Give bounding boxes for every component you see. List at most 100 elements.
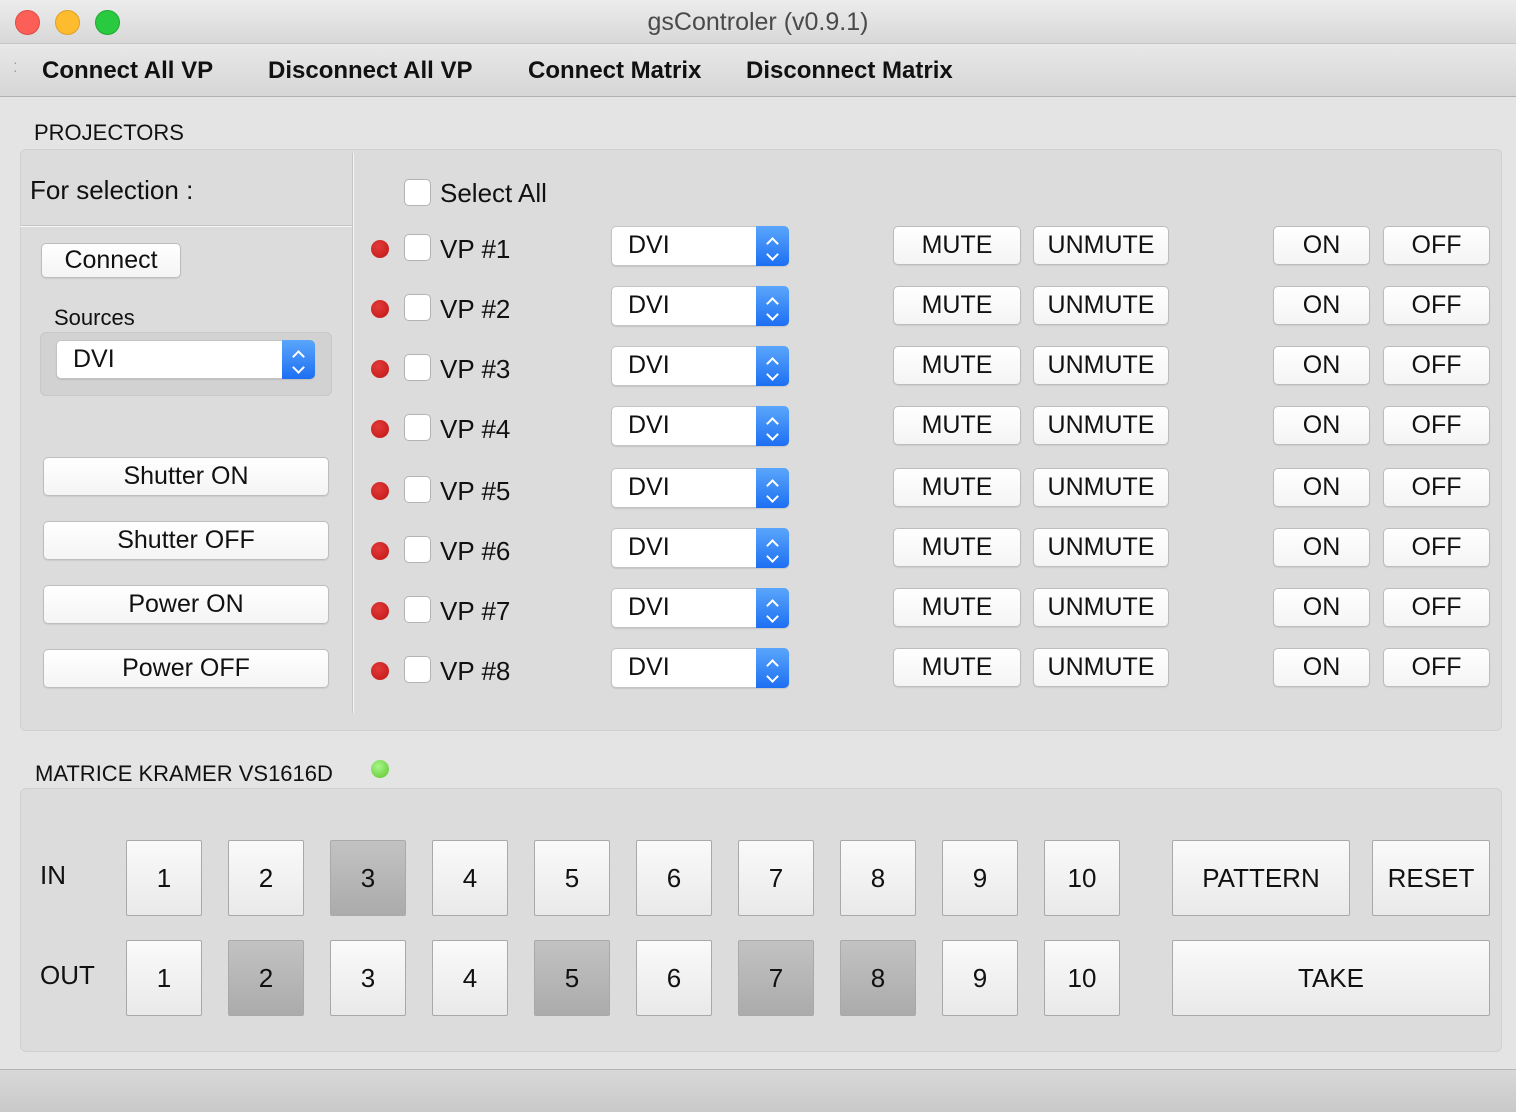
status-bar	[0, 1069, 1516, 1112]
in-button[interactable]: 2	[228, 840, 304, 916]
sources-select[interactable]: DVI	[56, 340, 315, 379]
vp-checkbox[interactable]	[404, 354, 431, 381]
vp-mute-button[interactable]: MUTE	[893, 648, 1021, 687]
disconnect-matrix-button[interactable]: Disconnect Matrix	[746, 57, 953, 85]
vp-status-led	[371, 360, 389, 378]
out-button[interactable]: 6	[636, 940, 712, 1016]
vp-name: VP #2	[440, 294, 511, 324]
sources-label: Sources	[54, 305, 135, 330]
vp-mute-button[interactable]: MUTE	[893, 528, 1021, 567]
vp-mute-button[interactable]: MUTE	[893, 588, 1021, 627]
vp-name: VP #4	[440, 414, 511, 444]
connect-button[interactable]: Connect	[41, 243, 181, 278]
vp-source-select[interactable]: DVI	[611, 286, 789, 326]
vp-on-button[interactable]: ON	[1273, 588, 1370, 627]
reset-button[interactable]: RESET	[1372, 840, 1490, 916]
vp-mute-button[interactable]: MUTE	[893, 286, 1021, 325]
vp-on-button[interactable]: ON	[1273, 286, 1370, 325]
out-button[interactable]: 10	[1044, 940, 1120, 1016]
vp-checkbox[interactable]	[404, 596, 431, 623]
vp-on-button[interactable]: ON	[1273, 648, 1370, 687]
in-button[interactable]: 3	[330, 840, 406, 916]
vp-on-button[interactable]: ON	[1273, 346, 1370, 385]
vp-unmute-button[interactable]: UNMUTE	[1033, 588, 1169, 627]
vp-unmute-button[interactable]: UNMUTE	[1033, 346, 1169, 385]
vp-unmute-button[interactable]: UNMUTE	[1033, 406, 1169, 445]
vp-name: VP #6	[440, 536, 511, 566]
vp-source-select[interactable]: DVI	[611, 406, 789, 446]
connect-matrix-button[interactable]: Connect Matrix	[528, 57, 701, 85]
vp-name: VP #5	[440, 476, 511, 506]
updown-arrows-icon	[282, 340, 315, 379]
vp-off-button[interactable]: OFF	[1383, 468, 1490, 507]
in-button[interactable]: 5	[534, 840, 610, 916]
vp-off-button[interactable]: OFF	[1383, 588, 1490, 627]
power-on-button[interactable]: Power ON	[43, 585, 329, 624]
vp-off-button[interactable]: OFF	[1383, 226, 1490, 265]
vp-unmute-button[interactable]: UNMUTE	[1033, 286, 1169, 325]
out-button[interactable]: 1	[126, 940, 202, 1016]
vp-source-select[interactable]: DVI	[611, 346, 789, 386]
in-button[interactable]: 4	[432, 840, 508, 916]
vp-on-button[interactable]: ON	[1273, 528, 1370, 567]
connect-all-vp-button[interactable]: Connect All VP	[42, 57, 213, 85]
vp-source-value: DVI	[628, 411, 670, 439]
vp-checkbox[interactable]	[404, 414, 431, 441]
vp-source-select[interactable]: DVI	[611, 468, 789, 508]
in-button[interactable]: 1	[126, 840, 202, 916]
vp-unmute-button[interactable]: UNMUTE	[1033, 226, 1169, 265]
in-button[interactable]: 10	[1044, 840, 1120, 916]
in-button[interactable]: 8	[840, 840, 916, 916]
vp-source-select[interactable]: DVI	[611, 528, 789, 568]
vp-on-button[interactable]: ON	[1273, 468, 1370, 507]
vp-on-button[interactable]: ON	[1273, 226, 1370, 265]
vp-checkbox[interactable]	[404, 656, 431, 683]
vp-name: VP #3	[440, 354, 511, 384]
vp-name: VP #8	[440, 656, 511, 686]
vp-off-button[interactable]: OFF	[1383, 648, 1490, 687]
vp-name: VP #7	[440, 596, 511, 626]
vp-checkbox[interactable]	[404, 294, 431, 321]
shutter-on-button[interactable]: Shutter ON	[43, 457, 329, 496]
vp-source-select[interactable]: DVI	[611, 648, 789, 688]
vp-checkbox[interactable]	[404, 234, 431, 261]
updown-arrows-icon	[756, 286, 789, 326]
vp-mute-button[interactable]: MUTE	[893, 468, 1021, 507]
window-title: gsControler (v0.9.1)	[647, 8, 869, 36]
vp-checkbox[interactable]	[404, 536, 431, 563]
in-button[interactable]: 7	[738, 840, 814, 916]
vp-on-button[interactable]: ON	[1273, 406, 1370, 445]
out-button[interactable]: 5	[534, 940, 610, 1016]
out-button[interactable]: 3	[330, 940, 406, 1016]
vp-off-button[interactable]: OFF	[1383, 346, 1490, 385]
shutter-off-button[interactable]: Shutter OFF	[43, 521, 329, 560]
vp-off-button[interactable]: OFF	[1383, 528, 1490, 567]
vp-off-button[interactable]: OFF	[1383, 406, 1490, 445]
disconnect-all-vp-button[interactable]: Disconnect All VP	[268, 57, 473, 85]
vp-source-value: DVI	[628, 291, 670, 319]
vp-unmute-button[interactable]: UNMUTE	[1033, 648, 1169, 687]
out-button[interactable]: 8	[840, 940, 916, 1016]
toolbar-grip-icon[interactable]: · ·	[13, 55, 18, 77]
vp-unmute-button[interactable]: UNMUTE	[1033, 528, 1169, 567]
vp-source-select[interactable]: DVI	[611, 226, 789, 266]
out-label: OUT	[40, 960, 95, 990]
vp-unmute-button[interactable]: UNMUTE	[1033, 468, 1169, 507]
out-button[interactable]: 7	[738, 940, 814, 1016]
out-button[interactable]: 2	[228, 940, 304, 1016]
out-button[interactable]: 4	[432, 940, 508, 1016]
select-all-checkbox[interactable]	[404, 179, 431, 206]
vp-off-button[interactable]: OFF	[1383, 286, 1490, 325]
vp-name: VP #1	[440, 234, 511, 264]
vp-source-select[interactable]: DVI	[611, 588, 789, 628]
power-off-button[interactable]: Power OFF	[43, 649, 329, 688]
in-button[interactable]: 6	[636, 840, 712, 916]
in-button[interactable]: 9	[942, 840, 1018, 916]
out-button[interactable]: 9	[942, 940, 1018, 1016]
vp-mute-button[interactable]: MUTE	[893, 346, 1021, 385]
vp-mute-button[interactable]: MUTE	[893, 226, 1021, 265]
take-button[interactable]: TAKE	[1172, 940, 1490, 1016]
vp-mute-button[interactable]: MUTE	[893, 406, 1021, 445]
vp-checkbox[interactable]	[404, 476, 431, 503]
pattern-button[interactable]: PATTERN	[1172, 840, 1350, 916]
